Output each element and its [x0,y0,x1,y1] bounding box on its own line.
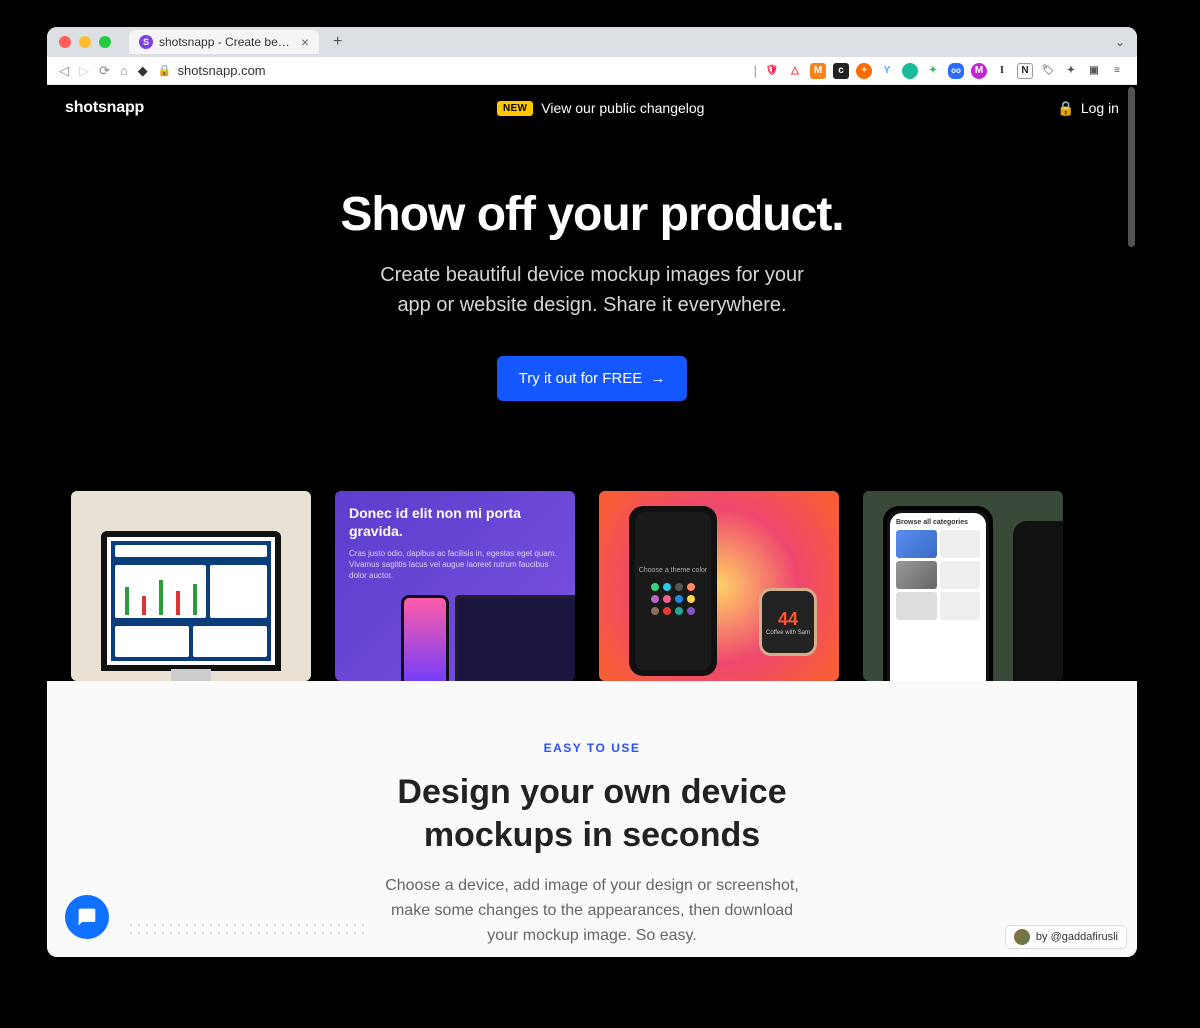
cta-label: Try it out for FREE [519,370,643,387]
hero-headline: Show off your product. [87,187,1097,242]
gallery-card-imac[interactable] [71,491,311,681]
scrollbar[interactable] [1128,87,1135,247]
viewport: shotsnapp NEW View our public changelog … [47,85,1137,957]
changelog-text: View our public changelog [541,100,704,116]
home-icon[interactable]: ⌂ [120,63,128,79]
section-heading: Design your own device mockups in second… [187,771,997,856]
hero-section: Show off your product. Create beautiful … [47,117,1137,401]
notion-icon[interactable]: N [1017,63,1033,79]
attribution-text: by @gaddafirusli [1036,931,1118,943]
site-logo[interactable]: shotsnapp [65,99,144,117]
ext-tag-icon[interactable]: 🏷 [1040,63,1056,79]
imac-mockup [101,531,281,671]
watch-label: Coffee with Sam [766,630,810,636]
page-content: shotsnapp NEW View our public changelog … [47,85,1137,957]
site-nav: shotsnapp NEW View our public changelog … [47,85,1137,117]
browser-tab[interactable]: S shotsnapp - Create beautiful de × [129,30,319,54]
browser-menu-icon[interactable]: ≡ [1109,63,1125,79]
easy-to-use-section: EASY TO USE Design your own device mocku… [47,681,1137,957]
tab-title: shotsnapp - Create beautiful de [159,35,295,49]
cta-try-free-button[interactable]: Try it out for FREE → [497,356,688,401]
ext-y-icon[interactable]: Y [879,63,895,79]
watch-number: 44 [778,609,798,630]
avatar [1014,929,1030,945]
login-link[interactable]: 🔒 Log in [1057,100,1119,117]
new-tab-button[interactable]: + [327,33,348,51]
ext-plus-icon[interactable]: + [856,63,872,79]
ext-pip-icon[interactable]: ▣ [1086,63,1102,79]
phone-mockup [401,595,449,681]
extension-icons: | 🛡 △ M c + Y ✦ oo M I N 🏷 ✦ ▣ ≡ [754,63,1125,79]
gallery-card-watch[interactable]: Choose a theme color [599,491,839,681]
metamask-icon[interactable]: M [810,63,826,79]
tab-close-button[interactable]: × [301,34,309,50]
window-zoom-button[interactable] [99,36,111,48]
gallery-card-app[interactable]: Browse all categories [863,491,1063,681]
forward-icon[interactable]: ▷ [79,63,89,79]
decorative-dots [127,921,367,939]
ext-teal-icon[interactable] [902,63,918,79]
window-minimize-button[interactable] [79,36,91,48]
laptop-mockup [455,595,575,681]
tab-bar: S shotsnapp - Create beautiful de × + ⌄ [47,27,1137,57]
traffic-lights [59,36,111,48]
ext-m-icon[interactable]: M [971,63,987,79]
chat-icon [77,907,97,927]
gallery-card-purple[interactable]: Donec id elit non mi porta gravida. Cras… [335,491,575,681]
chat-widget-button[interactable] [65,895,109,939]
card2-body: Cras justo odio, dapibus ac facilisis in… [349,548,561,582]
browser-window: S shotsnapp - Create beautiful de × + ⌄ … [47,27,1137,957]
bookmark-icon[interactable]: ◆ [138,63,148,79]
phone-mockup: Browse all categories [883,506,993,681]
mockup-gallery: Donec id elit non mi porta gravida. Cras… [47,491,1137,681]
lock-icon: 🔒 [158,64,172,77]
extensions-menu-icon[interactable]: ✦ [1063,63,1079,79]
window-close-button[interactable] [59,36,71,48]
ext-dark-c-icon[interactable]: c [833,63,849,79]
changelog-link[interactable]: NEW View our public changelog [497,100,704,116]
ext-blue-pill-icon[interactable]: oo [948,63,964,79]
card2-heading: Donec id elit non mi porta gravida. [349,505,561,540]
arrow-right-icon: → [650,370,665,387]
login-label: Log in [1081,100,1119,116]
attribution-badge[interactable]: by @gaddafirusli [1005,925,1127,949]
tabs-dropdown-icon[interactable]: ⌄ [1115,35,1125,49]
ext-i-icon[interactable]: I [994,63,1010,79]
evernote-icon[interactable]: ✦ [925,63,941,79]
address-bar[interactable]: 🔒 shotsnapp.com [158,63,744,78]
watch-mockup: 44 Coffee with Sam [759,588,817,656]
card4-header: Browse all categories [896,519,980,526]
url-text: shotsnapp.com [177,63,265,78]
hero-subtext: Create beautiful device mockup images fo… [87,260,1097,320]
lock-icon: 🔒 [1057,100,1074,117]
favicon-icon: S [139,35,153,49]
new-badge: NEW [497,101,533,116]
back-icon[interactable]: ◁ [59,63,69,79]
reload-icon[interactable]: ⟳ [99,63,110,79]
phone-mockup-secondary [1013,521,1063,681]
browser-toolbar: ◁ ▷ ⟳ ⌂ ◆ 🔒 shotsnapp.com | 🛡 △ M c + Y … [47,57,1137,85]
section-eyebrow: EASY TO USE [187,741,997,755]
phone-mockup: Choose a theme color [629,506,717,676]
brave-shield-icon[interactable]: 🛡 [764,63,780,79]
ext-triangle-icon[interactable]: △ [787,63,803,79]
